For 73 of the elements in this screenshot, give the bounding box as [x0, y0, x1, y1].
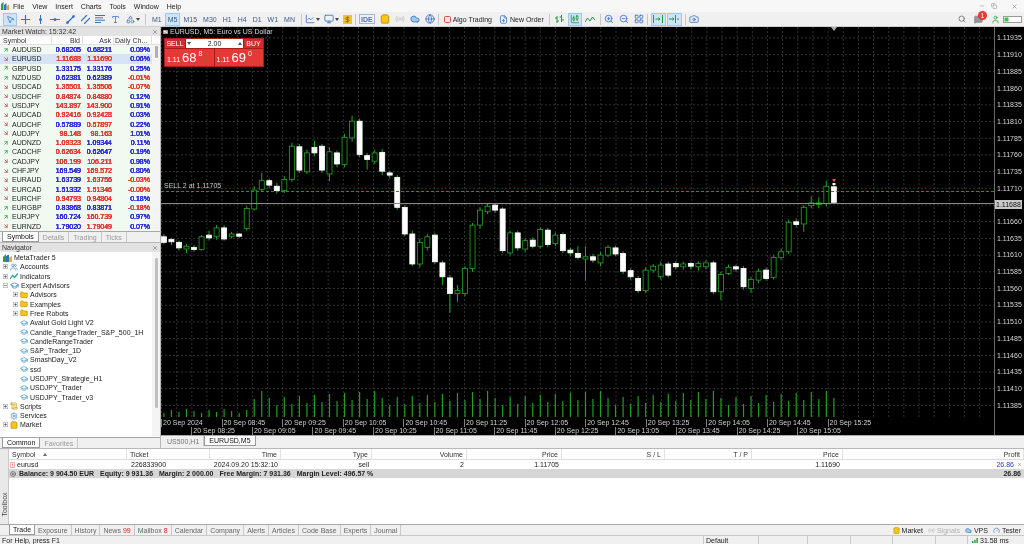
expand-icon[interactable]: [13, 292, 18, 298]
chart-type-button[interactable]: [567, 12, 582, 26]
cursor-icon: [5, 14, 15, 24]
shopping-bag-icon: [10, 421, 18, 429]
sort-ascending-icon[interactable]: [43, 452, 48, 456]
restore-icon[interactable]: [991, 3, 997, 9]
shopping-bag-icon[interactable]: [379, 14, 390, 24]
cursor-button[interactable]: [3, 12, 17, 26]
dollar-icon[interactable]: [342, 14, 352, 24]
collapse-icon[interactable]: [3, 283, 8, 289]
connection-meter-icon: [1003, 15, 1022, 23]
arrow-between-bars-icon: [653, 15, 664, 23]
diagonal-line-icon: [65, 14, 75, 24]
graduation-cap-icon: [10, 281, 19, 291]
close-icon[interactable]: [152, 28, 158, 35]
close-icon[interactable]: [1011, 2, 1018, 10]
app-logo-icon: [3, 253, 12, 262]
app-logo-icon: [1, 2, 9, 10]
scroll-icon: [10, 402, 18, 411]
chart-shift-button[interactable]: [666, 12, 682, 26]
search-icon[interactable]: [958, 15, 966, 23]
triangle-marker-icon: [831, 27, 837, 31]
chart-type-button[interactable]: [552, 12, 567, 26]
globe-icon[interactable]: [424, 14, 435, 24]
line-chart-icon: [584, 15, 595, 23]
person-icon[interactable]: [991, 14, 1000, 24]
shopping-bag-icon: [892, 526, 900, 534]
close-icon[interactable]: [1017, 462, 1022, 467]
caret-up-icon[interactable]: [238, 42, 242, 45]
shapes-button[interactable]: [123, 12, 142, 26]
expand-icon[interactable]: [3, 422, 8, 428]
crosshair-button[interactable]: [18, 12, 32, 26]
expand-icon[interactable]: [13, 301, 18, 307]
expand-icon[interactable]: [3, 403, 8, 409]
fibonacci-button[interactable]: [93, 12, 107, 26]
vertical-line-icon: [38, 14, 42, 24]
gauge-icon: [992, 526, 1000, 534]
trend-line-button[interactable]: [63, 12, 77, 26]
chart-window-icon: [163, 29, 168, 34]
expand-icon[interactable]: [13, 310, 18, 316]
bar-chart-icon: [555, 14, 565, 24]
shapes-icon: [125, 14, 135, 24]
trade-arrow-icon: [832, 179, 836, 185]
parallel-lines-icon: [80, 14, 90, 24]
zoom-out-icon[interactable]: [618, 14, 629, 24]
cloud-icon[interactable]: [409, 14, 420, 24]
gear-icon: [10, 411, 18, 420]
cloud-icon: [964, 526, 972, 534]
candlestick-icon: [569, 14, 580, 24]
document-plus-icon: [498, 14, 508, 24]
expand-icon[interactable]: [3, 264, 8, 270]
autoscroll-button[interactable]: [650, 12, 666, 26]
scrollbar-thumb[interactable]: [154, 258, 158, 408]
plus-circle-icon[interactable]: [10, 470, 16, 477]
camera-icon[interactable]: [688, 14, 699, 24]
scrollbar-thumb[interactable]: [154, 46, 158, 58]
caret-icon[interactable]: [315, 17, 320, 21]
caret-icon[interactable]: [135, 17, 140, 21]
expand-icon[interactable]: [3, 273, 8, 279]
crosshair-icon: [20, 14, 30, 24]
caret-icon[interactable]: [334, 17, 339, 21]
horizontal-lines-icon: [95, 15, 105, 23]
letter-t-icon: [110, 14, 120, 24]
radio-waves-icon: [927, 526, 935, 534]
zigzag-line-icon: [10, 272, 18, 280]
caret-down-icon[interactable]: [187, 42, 191, 45]
arrow-to-bar-icon: [669, 15, 680, 23]
grid-icon[interactable]: [633, 14, 644, 24]
close-icon[interactable]: [152, 244, 158, 251]
horizontal-line-icon: [50, 17, 60, 21]
users-icon: [10, 262, 18, 271]
signal-bars-icon: [972, 537, 978, 543]
zoom-in-icon[interactable]: [603, 14, 614, 24]
